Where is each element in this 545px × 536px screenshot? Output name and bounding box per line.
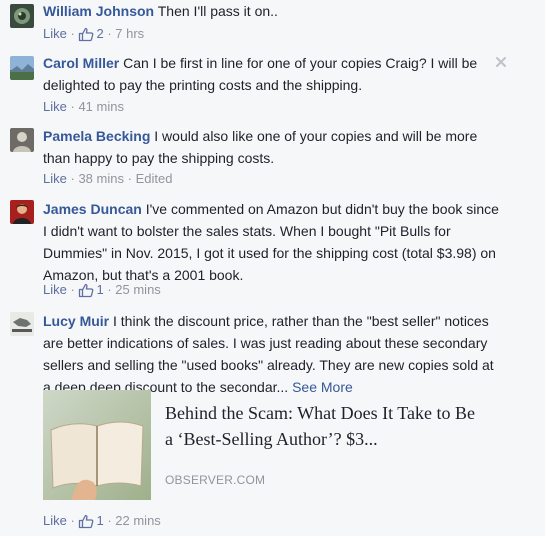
edited-label[interactable]: Edited xyxy=(136,171,173,186)
comment-actions: Like · 38 mins · Edited xyxy=(43,171,173,186)
comment-author[interactable]: James Duncan xyxy=(43,201,142,217)
like-link[interactable]: Like xyxy=(43,26,67,41)
link-preview-card[interactable]: Behind the Scam: What Does It Take to Be… xyxy=(43,390,488,500)
comment-body: James Duncan I've commented on Amazon bu… xyxy=(43,198,503,286)
comment-body: William Johnson Then I'll pass it on.. xyxy=(43,0,503,22)
comment-body: Pamela Becking I would also like one of … xyxy=(43,125,503,169)
comment-author[interactable]: Carol Miller xyxy=(43,55,119,71)
like-link[interactable]: Like xyxy=(43,513,67,528)
comment-body: Carol Miller Can I be first in line for … xyxy=(43,52,503,96)
comment-timestamp[interactable]: 25 mins xyxy=(115,282,161,297)
reaction-count[interactable]: 2 xyxy=(78,25,104,43)
comment-timestamp[interactable]: 38 mins xyxy=(78,171,124,186)
thumbs-up-outline-icon xyxy=(79,27,94,41)
comment-author[interactable]: Lucy Muir xyxy=(43,313,109,329)
thumbs-up-outline-icon xyxy=(79,283,94,297)
avatar[interactable] xyxy=(10,312,34,336)
comment-timestamp[interactable]: 22 mins xyxy=(115,513,161,528)
comment-body: Lucy Muir I think the discount price, ra… xyxy=(43,310,503,398)
comment-author[interactable]: Pamela Becking xyxy=(43,128,150,144)
avatar[interactable] xyxy=(10,128,34,152)
like-link[interactable]: Like xyxy=(43,99,67,114)
like-link[interactable]: Like xyxy=(43,171,67,186)
comment-actions: Like · 1 · 25 mins xyxy=(43,281,161,299)
comment-actions: Like · 41 mins xyxy=(43,99,124,114)
reaction-count[interactable]: 1 xyxy=(78,281,104,299)
avatar[interactable] xyxy=(10,4,34,28)
reaction-count[interactable]: 1 xyxy=(78,512,104,530)
comment-actions: Like · 1 · 22 mins xyxy=(43,512,161,530)
like-link[interactable]: Like xyxy=(43,282,67,297)
close-icon[interactable] xyxy=(494,55,508,69)
comment-timestamp[interactable]: 41 mins xyxy=(78,99,124,114)
link-thumbnail xyxy=(43,390,151,500)
comment-author[interactable]: William Johnson xyxy=(43,3,154,19)
comment-timestamp[interactable]: 7 hrs xyxy=(115,26,144,41)
avatar[interactable] xyxy=(10,56,34,80)
link-domain: OBSERVER.COM xyxy=(165,473,266,487)
comment-text: Then I'll pass it on.. xyxy=(157,3,278,19)
avatar[interactable] xyxy=(10,200,34,224)
thumbs-up-outline-icon xyxy=(79,514,94,528)
link-title[interactable]: Behind the Scam: What Does It Take to Be… xyxy=(165,400,485,452)
comment-actions: Like · 2 · 7 hrs xyxy=(43,25,145,43)
comment-text: I think the discount price, rather than … xyxy=(43,313,494,395)
